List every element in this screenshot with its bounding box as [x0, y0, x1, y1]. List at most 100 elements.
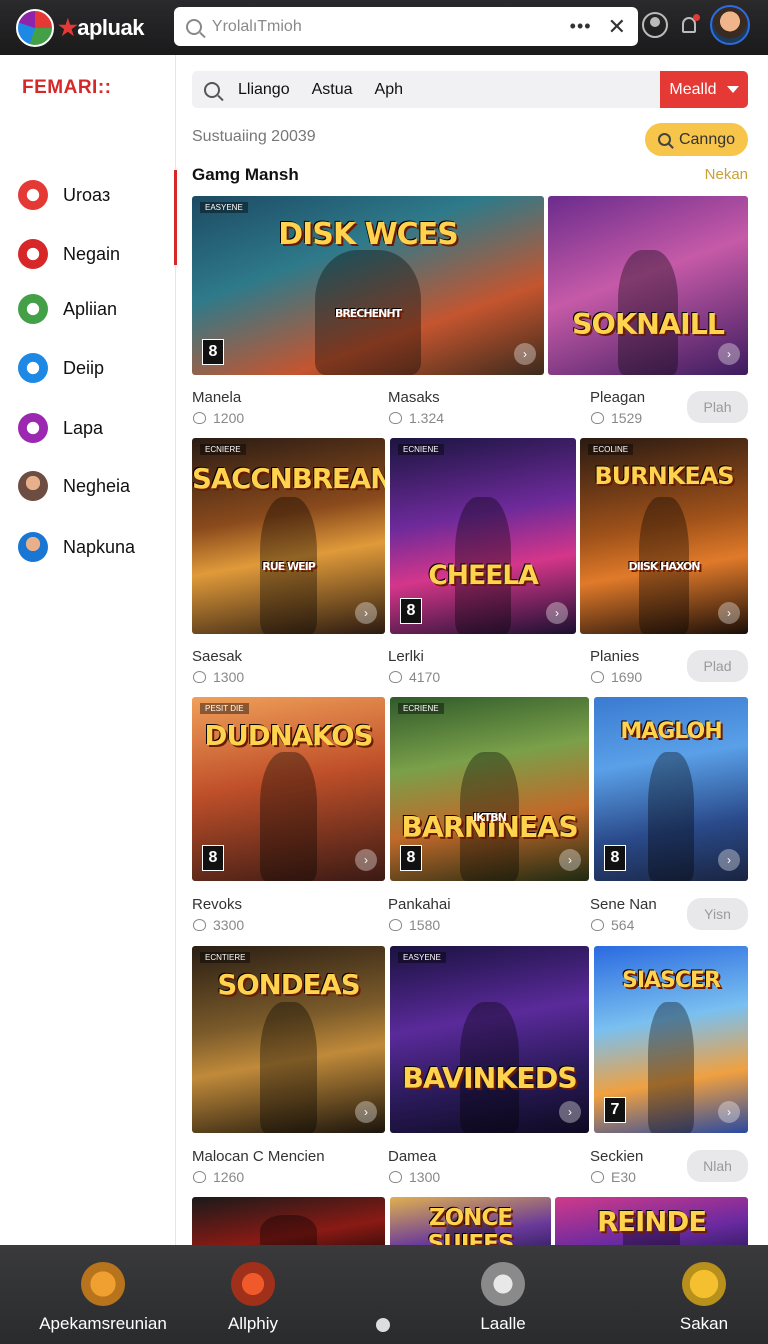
- sidebar-item[interactable]: Lapa: [18, 408, 168, 448]
- game-card[interactable]: ECNTIERE SONDEAS ›: [192, 946, 385, 1133]
- game-title[interactable]: Sene Nan: [590, 896, 657, 913]
- sidebar-item[interactable]: Apliian: [18, 289, 168, 329]
- spiral-icon: [18, 413, 48, 443]
- sidebar-item-label: Negheia: [63, 475, 131, 496]
- card-art-title: REINDE: [596, 1205, 707, 1238]
- game-title[interactable]: Seckien: [590, 1148, 643, 1165]
- section-subtitle: Sustuaiing 20039: [192, 128, 316, 145]
- card-open-icon[interactable]: ›: [514, 343, 536, 365]
- filter-chip[interactable]: Lliango: [238, 81, 290, 99]
- sidebar-item-label: Negain: [63, 243, 121, 264]
- bottom-nav-item[interactable]: Apekamsreunian: [16, 1245, 190, 1344]
- sidebar-item-label: Apliian: [63, 298, 118, 319]
- top-icons: [642, 5, 750, 45]
- clear-search-icon[interactable]: ✕: [608, 15, 626, 38]
- brand[interactable]: ★apluak: [16, 8, 166, 47]
- sidebar-item[interactable]: Negain: [18, 234, 168, 274]
- card-open-icon[interactable]: ›: [546, 602, 568, 624]
- heart-icon[interactable]: [389, 671, 402, 683]
- card-open-icon[interactable]: ›: [355, 602, 377, 624]
- game-card[interactable]: SIASCER 7 ›: [594, 946, 748, 1133]
- sidebar-item[interactable]: Deiip: [18, 348, 168, 388]
- game-title[interactable]: Saesak: [192, 648, 242, 665]
- heart-icon[interactable]: [389, 412, 402, 424]
- game-title[interactable]: Damea: [388, 1148, 436, 1165]
- filter-select[interactable]: Mealld: [660, 71, 748, 108]
- card-art-title: SONDEAS: [217, 968, 360, 1002]
- game-likes: 4170: [389, 669, 440, 685]
- game-title[interactable]: Revoks: [192, 896, 242, 913]
- game-likes: E30: [591, 1169, 636, 1185]
- mail-icon: [18, 239, 48, 269]
- cta-label: Canngo: [678, 130, 736, 148]
- game-card[interactable]: EASYENE DISK WCES BRECHENHT 8 ›: [192, 196, 544, 375]
- heart-icon[interactable]: [591, 412, 604, 424]
- avatar-icon: [18, 471, 48, 501]
- card-art-title: DISK WCES: [278, 217, 459, 253]
- heart-icon[interactable]: [193, 1171, 206, 1183]
- heart-icon[interactable]: [591, 1171, 604, 1183]
- notification-bell-icon[interactable]: [682, 14, 700, 33]
- game-card[interactable]: ECNIERE SACCNBREAN RUE WEIP ›: [192, 438, 385, 634]
- heart-icon[interactable]: [389, 1171, 402, 1183]
- top-search-input[interactable]: [211, 17, 570, 36]
- card-open-icon[interactable]: ›: [718, 849, 740, 871]
- heart-icon[interactable]: [193, 919, 206, 931]
- section-see-more-link[interactable]: Nekan: [705, 166, 748, 183]
- game-title[interactable]: Planies: [590, 648, 639, 665]
- game-card[interactable]: ECRIENE BARNINEAS IKTBN 8 ›: [390, 697, 589, 881]
- card-open-icon[interactable]: ›: [718, 1101, 740, 1123]
- card-art-title: MAGLOH: [620, 719, 722, 745]
- game-card[interactable]: PESIT DIE DUDNAKOS 8 ›: [192, 697, 385, 881]
- card-open-icon[interactable]: ›: [355, 1101, 377, 1123]
- game-card[interactable]: ECOLINE BURNKEAS DIISK HAXON ›: [580, 438, 748, 634]
- game-card[interactable]: ECNIENE CHEELA 8 ›: [390, 438, 576, 634]
- account-icon[interactable]: [642, 12, 668, 38]
- sidebar-item[interactable]: Napkuna: [18, 527, 168, 567]
- game-title[interactable]: Malocan C Mencien: [192, 1148, 325, 1165]
- target-icon: [18, 180, 48, 210]
- card-open-icon[interactable]: ›: [718, 343, 740, 365]
- card-art-title: SOKNAILL: [571, 306, 725, 341]
- heart-icon[interactable]: [193, 412, 206, 424]
- card-open-icon[interactable]: ›: [559, 1101, 581, 1123]
- cta-button[interactable]: Canngo: [645, 123, 748, 156]
- game-title[interactable]: Manela: [192, 389, 241, 406]
- game-card[interactable]: SOKNAILL ›: [548, 196, 748, 375]
- filter-search-icon[interactable]: [204, 81, 220, 98]
- card-open-icon[interactable]: ›: [559, 849, 581, 871]
- heart-icon[interactable]: [591, 919, 604, 931]
- game-title[interactable]: Pleagan: [590, 389, 645, 406]
- user-avatar[interactable]: [710, 5, 750, 45]
- more-options-icon[interactable]: •••: [570, 16, 592, 37]
- sidebar-item[interactable]: Uroaз: [18, 175, 168, 215]
- card-art-subtitle: DIISK HAXON: [628, 559, 701, 573]
- sidebar-item[interactable]: Negheia: [18, 466, 168, 506]
- game-card[interactable]: MAGLOH 8 ›: [594, 697, 748, 881]
- play-button[interactable]: Nlah: [687, 1150, 748, 1182]
- bottom-nav-item[interactable]: Laalle: [410, 1245, 596, 1344]
- play-button[interactable]: Plah: [687, 391, 748, 423]
- card-art-title: DUDNAKOS: [204, 719, 374, 753]
- heart-icon[interactable]: [389, 919, 402, 931]
- heart-icon[interactable]: [193, 671, 206, 683]
- card-art-subtitle: RUE WEIP: [262, 559, 316, 573]
- heart-icon[interactable]: [591, 671, 604, 683]
- card-open-icon[interactable]: ›: [718, 602, 740, 624]
- bottom-nav-item[interactable]: Sakan: [640, 1245, 768, 1344]
- tag-icon: [18, 353, 48, 383]
- chevron-down-icon: [726, 86, 739, 93]
- game-likes: 1260: [193, 1169, 244, 1185]
- game-title[interactable]: Masaks: [388, 389, 440, 406]
- game-title[interactable]: Lerlki: [388, 648, 424, 665]
- game-title[interactable]: Pankahai: [388, 896, 451, 913]
- game-card[interactable]: EASYENE BAVINKEDS ›: [390, 946, 589, 1133]
- page-indicator-dot[interactable]: [376, 1318, 390, 1332]
- play-button[interactable]: Plad: [687, 650, 748, 682]
- bottom-nav-item[interactable]: Allphiy: [186, 1245, 320, 1344]
- play-button[interactable]: Yisn: [687, 898, 748, 930]
- bottom-nav-label: Sakan: [679, 1314, 729, 1333]
- card-open-icon[interactable]: ›: [355, 849, 377, 871]
- filter-chip[interactable]: Astua: [312, 81, 353, 99]
- filter-chip[interactable]: Aph: [375, 81, 403, 99]
